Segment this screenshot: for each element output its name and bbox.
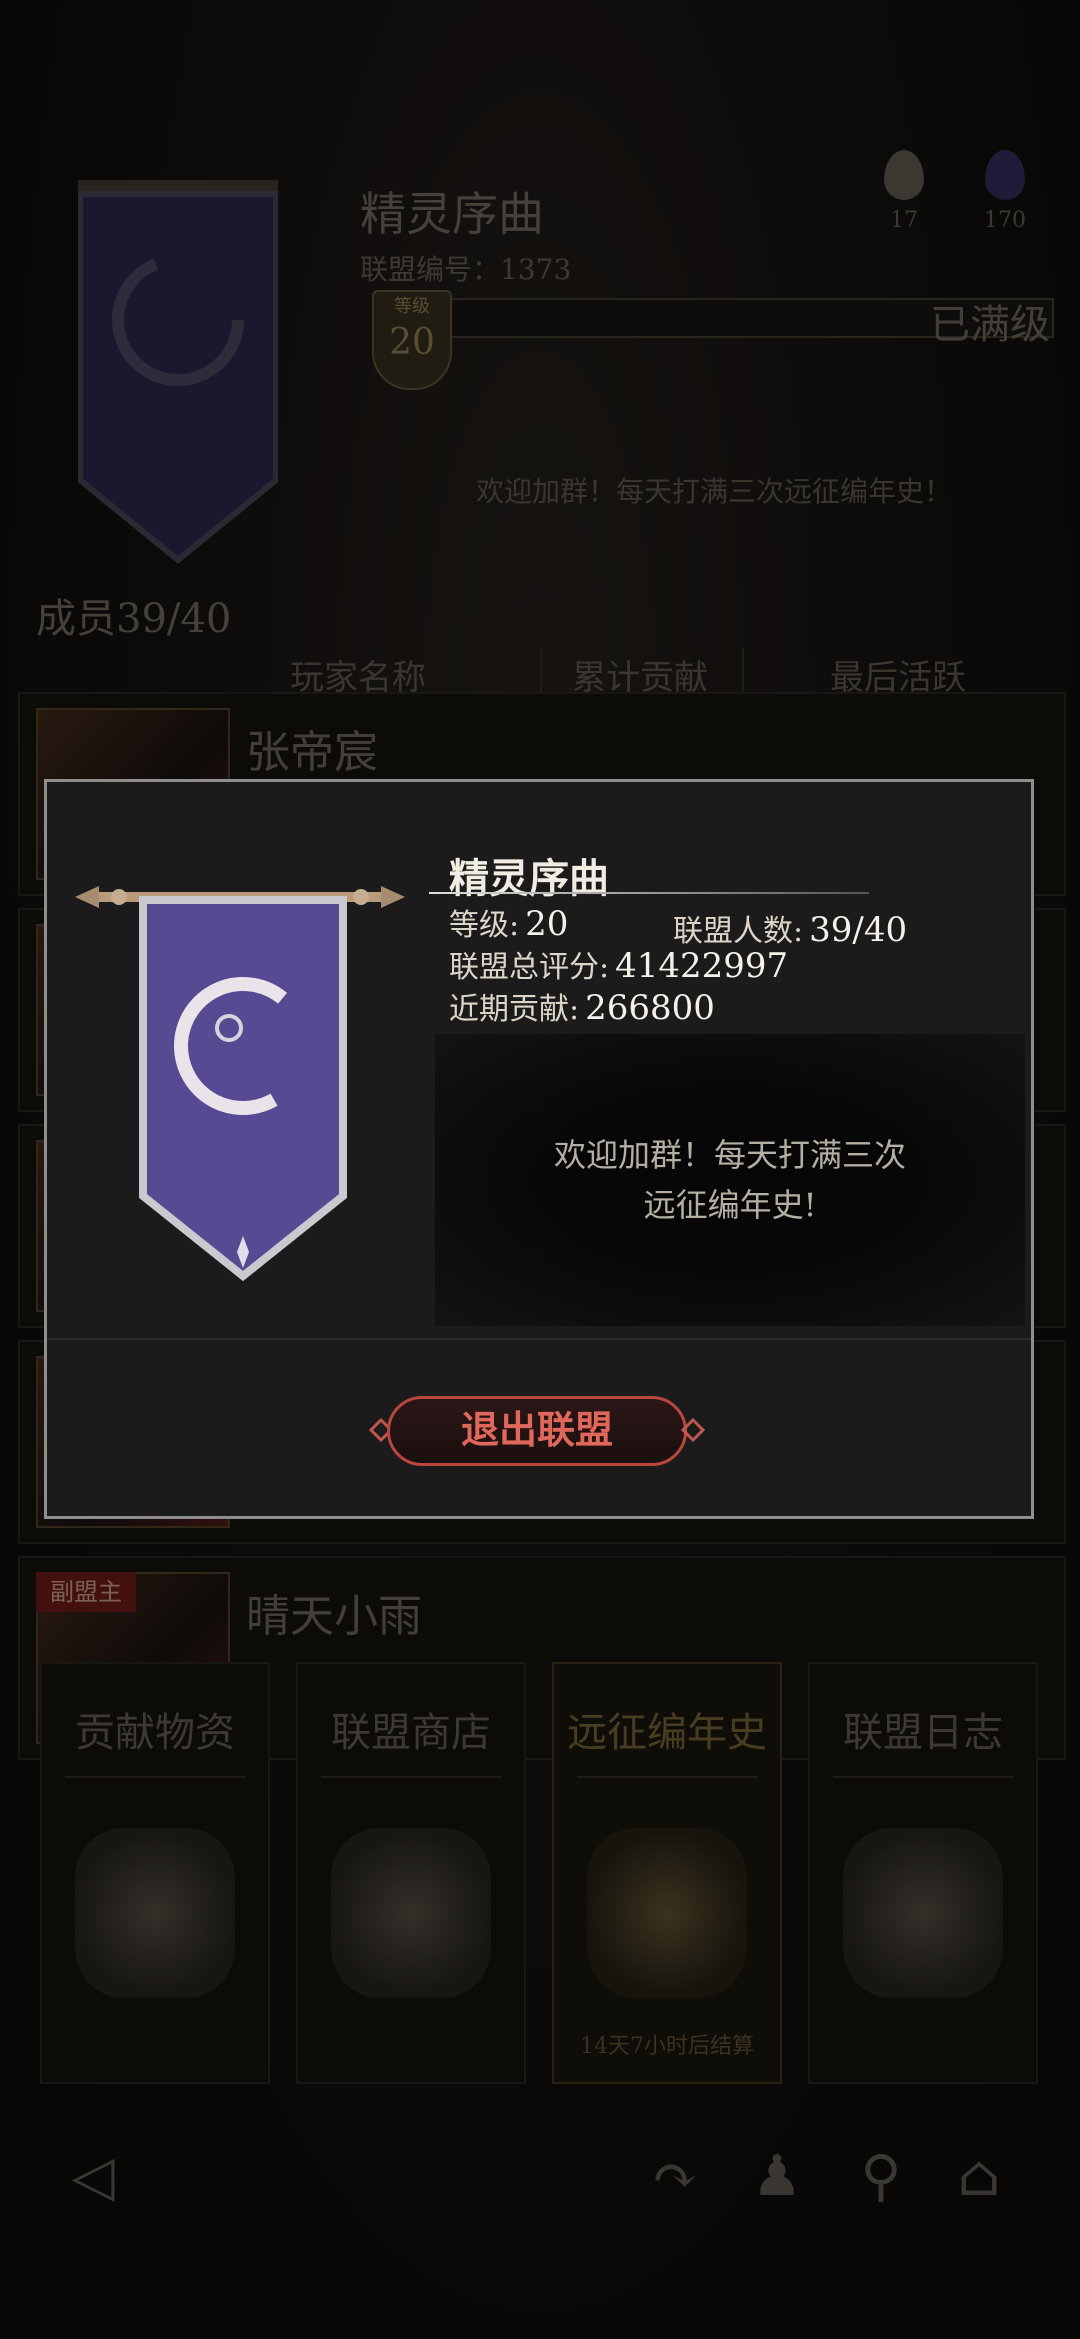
stat-total-score: 联盟总评分: 41422997 xyxy=(449,942,788,986)
stat-total-score-value: 41422997 xyxy=(615,946,789,986)
guild-info-dialog: 精灵序曲 等级: 20 联盟人数: 39/40 联盟总评分: 41422997 近期贡… xyxy=(44,779,1034,1519)
stat-recent-contribution-value: 266800 xyxy=(585,988,715,1028)
stat-total-score-label: 联盟总评分: xyxy=(449,950,610,985)
announcement-text: 欢迎加群！每天打满三次 远征编年史! xyxy=(435,1130,1025,1230)
stat-level: 等级: 20 xyxy=(449,900,568,944)
stat-recent-contribution: 近期贡献: 266800 xyxy=(449,984,715,1028)
guild-name: 精灵序曲 xyxy=(449,855,609,902)
stat-recent-contribution-label: 近期贡献: xyxy=(449,992,580,1027)
stat-level-label: 等级: xyxy=(449,908,520,943)
announcement-line: 远征编年史! xyxy=(643,1186,817,1224)
leave-guild-button[interactable]: 退出联盟 xyxy=(387,1396,687,1466)
stat-level-value: 20 xyxy=(525,904,569,944)
stat-member-count-value: 39/40 xyxy=(809,910,908,950)
title-underline xyxy=(429,892,869,894)
dialog-divider xyxy=(47,1338,1031,1340)
diamond-ornament-icon xyxy=(681,1418,705,1442)
guild-banner xyxy=(139,896,347,1282)
announcement-line: 欢迎加群！每天打满三次 xyxy=(553,1136,906,1174)
guild-announcement: 欢迎加群！每天打满三次 远征编年史! xyxy=(435,1034,1025,1326)
